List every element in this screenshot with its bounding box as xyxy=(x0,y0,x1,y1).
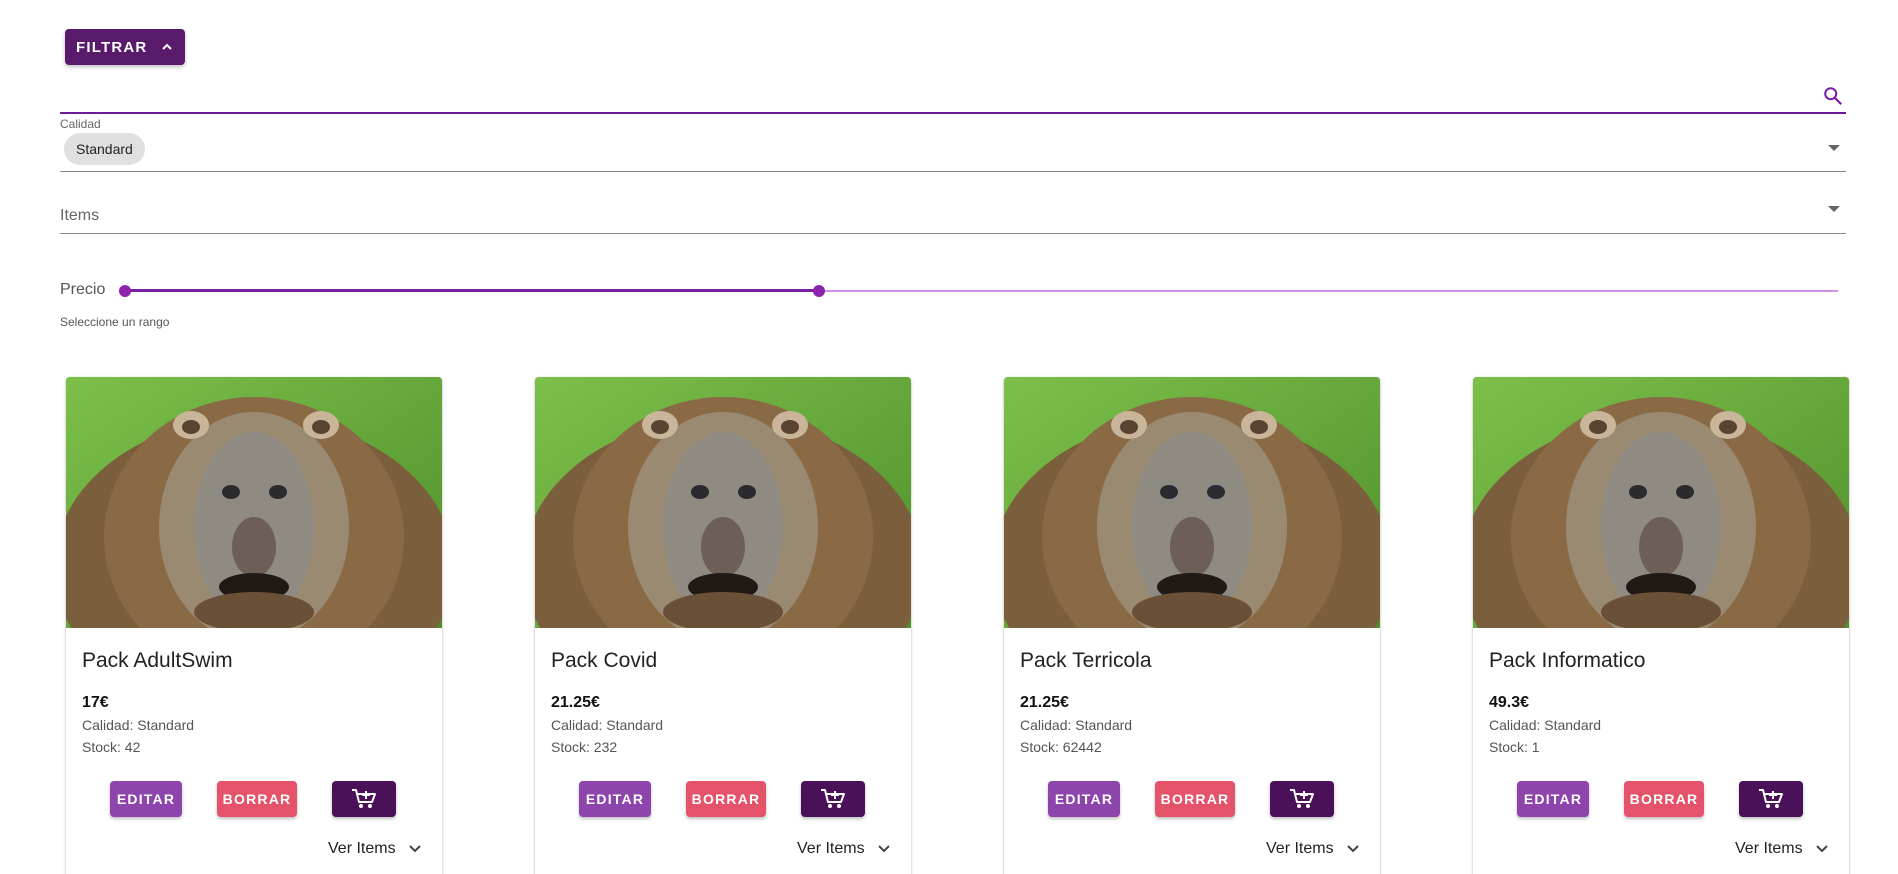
quality-label: Calidad xyxy=(60,117,101,131)
product-stock: Stock: 1 xyxy=(1489,739,1540,755)
product-quality: Calidad: Standard xyxy=(551,717,664,733)
price-range-slider[interactable] xyxy=(119,281,1838,301)
dropdown-arrow-icon[interactable] xyxy=(1828,206,1840,212)
chevron-down-icon xyxy=(1815,845,1828,853)
add-to-cart-button[interactable] xyxy=(1270,781,1334,817)
product-price: 17€ xyxy=(82,694,109,711)
slider-thumb-end[interactable] xyxy=(812,285,825,297)
product-title: Pack Covid xyxy=(551,649,658,672)
product-title: Pack Informatico xyxy=(1489,649,1646,672)
search-icon[interactable] xyxy=(1822,85,1844,107)
product-quality: Calidad: Standard xyxy=(1489,717,1602,733)
product-card: Pack Informatico 49.3€ Calidad: Standard… xyxy=(1473,377,1849,874)
filter-button-label: FILTRAR xyxy=(76,38,148,56)
edit-button[interactable]: EDITAR xyxy=(579,781,651,817)
add-to-cart-button[interactable] xyxy=(1739,781,1803,817)
product-image xyxy=(66,377,442,628)
edit-button[interactable]: EDITAR xyxy=(1048,781,1120,817)
delete-button[interactable]: BORRAR xyxy=(1155,781,1235,817)
chevron-up-icon xyxy=(162,43,173,50)
quality-chip[interactable]: Standard xyxy=(64,133,145,165)
product-price: 49.3€ xyxy=(1489,694,1530,711)
cart-add-icon xyxy=(820,788,846,810)
slider-thumb-start[interactable] xyxy=(119,285,131,297)
ver-items-label: Ver Items xyxy=(797,840,865,857)
filter-button[interactable]: FILTRAR xyxy=(65,29,185,65)
ver-items-label: Ver Items xyxy=(1266,840,1334,857)
dropdown-arrow-icon[interactable] xyxy=(1828,145,1840,151)
ver-items-label: Ver Items xyxy=(1735,840,1803,857)
product-card: Pack Covid 21.25€ Calidad: Standard Stoc… xyxy=(535,377,911,874)
chevron-down-icon xyxy=(1346,845,1359,853)
edit-button[interactable]: EDITAR xyxy=(1517,781,1589,817)
product-card: Pack AdultSwim 17€ Calidad: Standard Sto… xyxy=(66,377,442,874)
product-price: 21.25€ xyxy=(551,694,600,711)
items-label: Items xyxy=(60,207,100,224)
product-card: Pack Terricola 21.25€ Calidad: Standard … xyxy=(1004,377,1380,874)
chevron-down-icon xyxy=(408,845,421,853)
ver-items-label: Ver Items xyxy=(328,840,396,857)
product-image xyxy=(1473,377,1849,628)
cart-add-icon xyxy=(1289,788,1315,810)
product-image xyxy=(535,377,911,628)
price-label: Precio xyxy=(60,281,106,298)
cart-add-icon xyxy=(351,788,377,810)
items-select[interactable]: Items xyxy=(60,187,1846,234)
add-to-cart-button[interactable] xyxy=(332,781,396,817)
product-image xyxy=(1004,377,1380,628)
edit-button[interactable]: EDITAR xyxy=(110,781,182,817)
product-price: 21.25€ xyxy=(1020,694,1069,711)
product-quality: Calidad: Standard xyxy=(82,717,195,733)
delete-button[interactable]: BORRAR xyxy=(1624,781,1704,817)
chevron-down-icon xyxy=(877,845,890,853)
slider-track xyxy=(125,289,819,292)
search-field xyxy=(60,78,1846,114)
ver-items-toggle[interactable]: Ver Items xyxy=(1266,840,1360,858)
product-quality: Calidad: Standard xyxy=(1020,717,1133,733)
product-title: Pack AdultSwim xyxy=(82,649,233,672)
ver-items-toggle[interactable]: Ver Items xyxy=(328,840,422,858)
product-stock: Stock: 232 xyxy=(551,739,618,755)
delete-button[interactable]: BORRAR xyxy=(686,781,766,817)
product-stock: Stock: 62442 xyxy=(1020,739,1102,755)
add-to-cart-button[interactable] xyxy=(801,781,865,817)
product-title: Pack Terricola xyxy=(1020,649,1152,672)
search-input[interactable] xyxy=(60,78,1846,112)
product-stock: Stock: 42 xyxy=(82,739,141,755)
quality-select[interactable]: Calidad Standard xyxy=(60,117,1846,172)
cart-add-icon xyxy=(1758,788,1784,810)
range-helper-text: Seleccione un rango xyxy=(60,315,170,329)
ver-items-toggle[interactable]: Ver Items xyxy=(797,840,891,858)
ver-items-toggle[interactable]: Ver Items xyxy=(1735,840,1829,858)
delete-button[interactable]: BORRAR xyxy=(217,781,297,817)
